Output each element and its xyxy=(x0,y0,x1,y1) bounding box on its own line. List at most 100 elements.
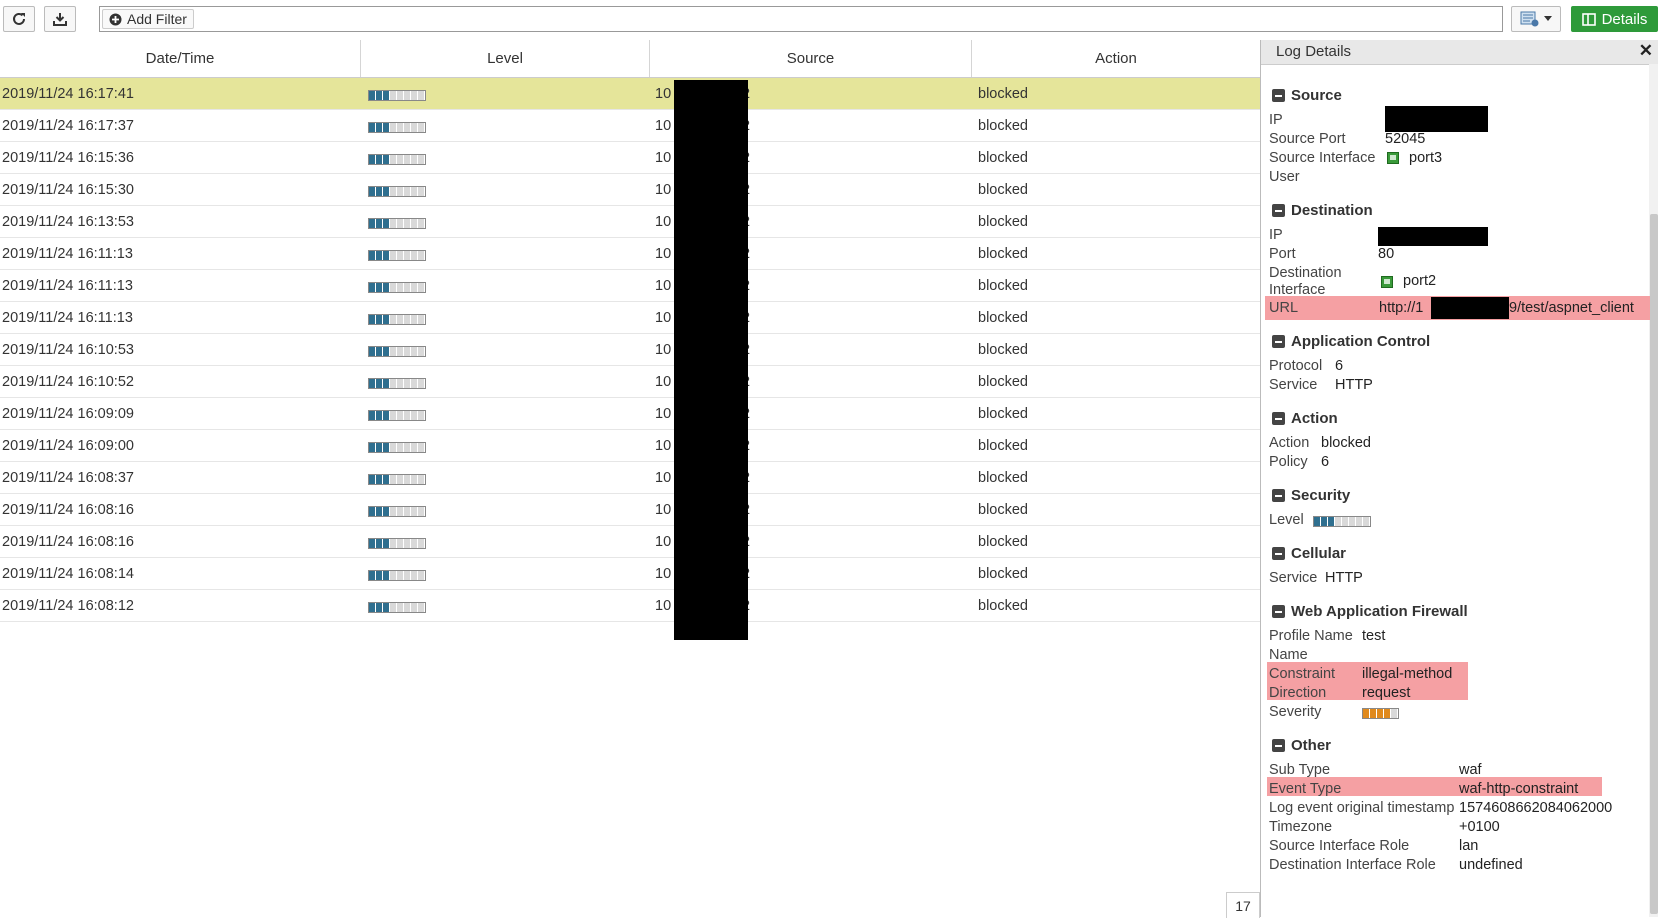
table-row[interactable]: 2019/11/24 16:10:52102blocked xyxy=(0,366,1260,398)
column-header-source[interactable]: Source xyxy=(650,40,972,77)
level-segment xyxy=(418,187,425,196)
redacted-destination-ip xyxy=(1378,227,1488,246)
level-segment xyxy=(369,251,376,260)
cell-action: blocked xyxy=(978,470,1028,486)
level-segment xyxy=(369,315,376,324)
level-segment xyxy=(404,571,411,580)
section-action-toggle[interactable]: Action xyxy=(1272,410,1338,427)
meter-segment xyxy=(1370,709,1377,718)
section-destination-toggle[interactable]: Destination xyxy=(1272,202,1373,219)
policy-label: Policy xyxy=(1269,454,1308,470)
table-row[interactable]: 2019/11/24 16:08:37102blocked xyxy=(0,462,1260,494)
section-cellular-toggle[interactable]: Cellular xyxy=(1272,545,1346,562)
level-segment xyxy=(369,187,376,196)
level-segment xyxy=(376,251,383,260)
level-segment xyxy=(390,91,397,100)
cell-action: blocked xyxy=(978,246,1028,262)
cell-datetime: 2019/11/24 16:11:13 xyxy=(2,310,133,326)
cell-datetime: 2019/11/24 16:08:16 xyxy=(2,502,134,518)
direction-label: Direction xyxy=(1269,685,1327,701)
section-source-toggle[interactable]: Source xyxy=(1272,87,1342,104)
subtype-label: Sub Type xyxy=(1269,762,1331,778)
table-row[interactable]: 2019/11/24 16:08:16102blocked xyxy=(0,526,1260,558)
table-row[interactable]: 2019/11/24 16:17:41102blocked xyxy=(0,78,1260,110)
level-segment xyxy=(404,443,411,452)
event-type-label: Event Type xyxy=(1269,781,1342,797)
table-row[interactable]: 2019/11/24 16:09:09102blocked xyxy=(0,398,1260,430)
table-row[interactable]: 2019/11/24 16:09:00102blocked xyxy=(0,430,1260,462)
table-row[interactable]: 2019/11/24 16:11:13102blocked xyxy=(0,302,1260,334)
level-segment xyxy=(390,283,397,292)
table-row[interactable]: 2019/11/24 16:13:53102blocked xyxy=(0,206,1260,238)
section-other-toggle[interactable]: Other xyxy=(1272,737,1331,754)
panel-scrollbar[interactable] xyxy=(1649,64,1658,917)
page-indicator[interactable]: 17 xyxy=(1226,892,1260,918)
url-suffix: 9/test/aspnet_client xyxy=(1509,300,1634,316)
table-row[interactable]: 2019/11/24 16:08:14102blocked xyxy=(0,558,1260,590)
level-segment xyxy=(404,603,411,612)
cell-source-prefix: 10 xyxy=(655,502,672,518)
level-segment xyxy=(418,155,425,164)
table-row[interactable]: 2019/11/24 16:11:13102blocked xyxy=(0,238,1260,270)
level-segment xyxy=(397,123,404,132)
cell-source-prefix: 10 xyxy=(655,470,672,486)
level-segment xyxy=(369,443,376,452)
level-segment xyxy=(383,507,390,516)
table-row[interactable]: 2019/11/24 16:17:37102blocked xyxy=(0,110,1260,142)
level-segment xyxy=(404,219,411,228)
panel-header: Log Details ✕ xyxy=(1261,40,1658,65)
download-button[interactable] xyxy=(44,6,76,32)
table-row[interactable]: 2019/11/24 16:15:30102blocked xyxy=(0,174,1260,206)
refresh-button[interactable] xyxy=(3,6,35,32)
level-segment xyxy=(418,411,425,420)
url-prefix: http://1 xyxy=(1379,300,1424,316)
level-segment xyxy=(376,379,383,388)
view-options-dropdown[interactable] xyxy=(1511,6,1561,32)
collapse-icon xyxy=(1272,739,1285,752)
column-header-datetime[interactable]: Date/Time xyxy=(0,40,361,77)
action-value: blocked xyxy=(1321,435,1371,451)
column-header-action[interactable]: Action xyxy=(972,40,1260,77)
level-segment xyxy=(404,411,411,420)
cell-action: blocked xyxy=(978,342,1028,358)
cell-datetime: 2019/11/24 16:17:41 xyxy=(2,86,134,102)
cell-action: blocked xyxy=(978,214,1028,230)
subtype-value: waf xyxy=(1459,762,1482,778)
level-segment xyxy=(376,347,383,356)
level-segment xyxy=(397,155,404,164)
column-header-level[interactable]: Level xyxy=(361,40,650,77)
redaction-block xyxy=(674,80,748,640)
table-row[interactable]: 2019/11/24 16:08:12102blocked xyxy=(0,590,1260,622)
cellular-service-value: HTTP xyxy=(1325,570,1363,586)
table-row[interactable]: 2019/11/24 16:11:13102blocked xyxy=(0,270,1260,302)
section-security-toggle[interactable]: Security xyxy=(1272,487,1350,504)
close-icon[interactable]: ✕ xyxy=(1639,41,1653,61)
source-port-label: Source Port xyxy=(1269,131,1346,147)
level-segment xyxy=(376,315,383,324)
table-row[interactable]: 2019/11/24 16:15:36102blocked xyxy=(0,142,1260,174)
level-segment xyxy=(411,571,418,580)
section-app-control-toggle[interactable]: Application Control xyxy=(1272,333,1430,350)
cell-action: blocked xyxy=(978,374,1028,390)
level-segment xyxy=(397,251,404,260)
scroll-thumb[interactable] xyxy=(1650,214,1658,914)
level-segment xyxy=(397,603,404,612)
cell-source-prefix: 10 xyxy=(655,406,672,422)
level-segment xyxy=(404,91,411,100)
level-segment xyxy=(404,155,411,164)
panel-title: Log Details xyxy=(1276,43,1352,60)
table-row[interactable]: 2019/11/24 16:10:53102blocked xyxy=(0,334,1260,366)
details-toggle-button[interactable]: Details xyxy=(1571,6,1658,32)
add-filter-button[interactable]: Add Filter xyxy=(102,9,194,29)
toolbar: Add Filter Details xyxy=(0,0,1658,38)
level-segment xyxy=(397,379,404,388)
level-segment xyxy=(390,539,397,548)
filter-bar[interactable]: Add Filter xyxy=(99,6,1503,32)
timestamp-value: 1574608662084062000 xyxy=(1459,800,1613,816)
cell-action: blocked xyxy=(978,310,1028,326)
level-segment xyxy=(404,507,411,516)
meter-segment xyxy=(1321,517,1328,526)
section-waf-toggle[interactable]: Web Application Firewall xyxy=(1272,603,1468,620)
table-row[interactable]: 2019/11/24 16:08:16102blocked xyxy=(0,494,1260,526)
add-filter-label: Add Filter xyxy=(127,11,187,27)
